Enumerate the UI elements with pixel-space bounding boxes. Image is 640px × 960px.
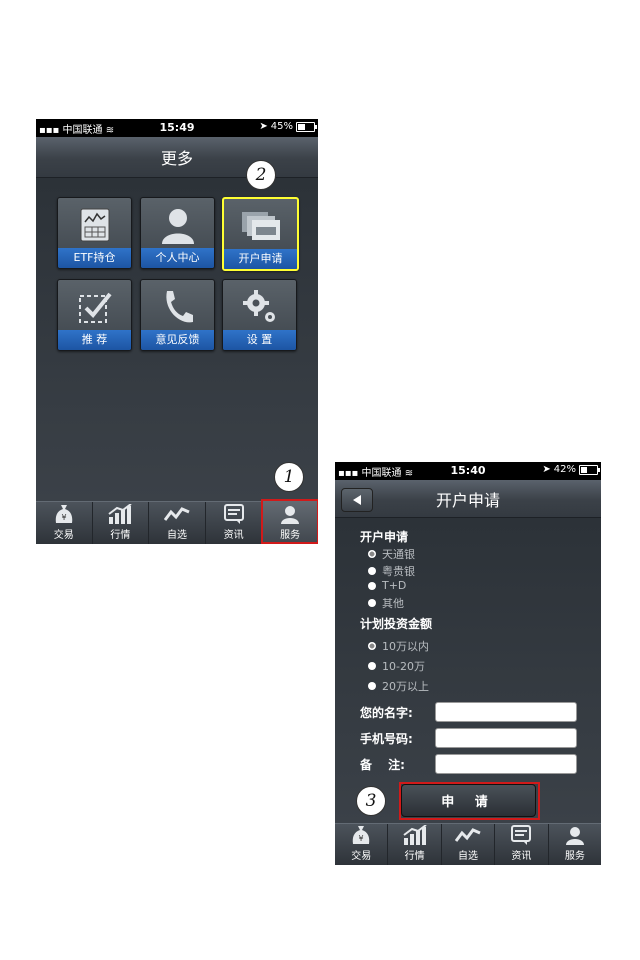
battery-icon — [579, 464, 600, 475]
radio-option-yueguiyin[interactable]: 粤贵银 — [368, 563, 415, 579]
tile-personal-center[interactable]: 个人中心 — [140, 197, 215, 269]
callout-step-1: 1 — [274, 462, 304, 492]
radio-icon — [368, 682, 376, 690]
back-button[interactable] — [341, 488, 373, 512]
radio-icon — [368, 567, 376, 575]
phone-field-label: 手机号码: — [360, 732, 413, 746]
money-bag-icon: ¥ — [55, 503, 73, 525]
status-bar: ▪▪▪ 中国联通 ≋ 15:49 ➤ 45% — [36, 119, 318, 137]
news-icon — [223, 503, 244, 525]
service-person-icon — [565, 824, 585, 846]
location-arrow-icon: ➤ — [542, 464, 551, 475]
tile-label: 意见反馈 — [141, 330, 214, 350]
callout-step-3: 3 — [356, 786, 386, 816]
cards-icon — [224, 205, 297, 247]
remarks-input[interactable] — [435, 754, 577, 774]
location-arrow-icon: ➤ — [259, 121, 268, 132]
tile-label: 个人中心 — [141, 248, 214, 268]
tab-watchlist[interactable]: 自选 — [149, 502, 206, 544]
gears-icon — [223, 286, 296, 328]
back-arrow-icon — [353, 495, 361, 505]
person-icon — [141, 204, 214, 246]
radio-icon — [368, 581, 376, 590]
radio-checked-icon — [368, 642, 376, 650]
tile-label: 开户申请 — [224, 249, 297, 269]
tile-etf-holdings[interactable]: ETF持仓 — [57, 197, 132, 269]
submit-button-highlight — [399, 782, 540, 820]
battery-icon — [296, 121, 317, 132]
radio-option-td[interactable]: T+D — [368, 579, 406, 592]
radio-option-tiantongyin[interactable]: 天通银 — [368, 546, 415, 562]
radio-option-under-100k[interactable]: 10万以内 — [368, 638, 429, 654]
radio-icon — [368, 599, 376, 607]
tile-settings[interactable]: 设 置 — [222, 279, 297, 351]
tile-label: 推 荐 — [58, 330, 131, 350]
status-bar: ▪▪▪ 中国联通 ≋ 15:40 ➤ 42% — [335, 462, 601, 480]
page-title: 开户申请 — [435, 490, 500, 510]
check-box-icon — [58, 286, 131, 328]
callout-step-2: 2 — [246, 160, 276, 190]
service-tab-highlight — [261, 499, 318, 544]
tab-trade[interactable]: ¥ 交易 — [335, 824, 389, 865]
news-icon — [511, 824, 532, 846]
tab-news[interactable]: 资讯 — [206, 502, 263, 544]
chart-document-icon — [58, 204, 131, 246]
tab-quotes[interactable]: 行情 — [388, 824, 442, 865]
tile-feedback[interactable]: 意见反馈 — [140, 279, 215, 351]
account-type-heading: 开户申请 — [360, 530, 409, 544]
svg-text:¥: ¥ — [61, 513, 66, 522]
money-bag-icon: ¥ — [352, 824, 370, 846]
tab-watchlist[interactable]: 自选 — [442, 824, 496, 865]
radio-option-100k-200k[interactable]: 10-20万 — [368, 658, 425, 674]
tile-account-application[interactable]: 开户申请 — [222, 197, 299, 271]
menu-grid: ETF持仓 个人中心 开户申请 推 荐 意见反馈 设 置 — [36, 178, 318, 501]
tile-label: 设 置 — [223, 330, 296, 350]
battery-percent: 45% — [270, 121, 293, 132]
bar-trend-icon — [403, 824, 427, 846]
investment-amount-heading: 计划投资金额 — [360, 617, 433, 631]
name-input[interactable] — [435, 702, 577, 722]
remarks-field-label: 备 注: — [360, 758, 405, 772]
radio-option-over-200k[interactable]: 20万以上 — [368, 678, 429, 694]
application-form: 开户申请 天通银 粤贵银 T+D 其他 计划投资金额 10万以内 10-20万 … — [335, 518, 601, 823]
tab-quotes[interactable]: 行情 — [93, 502, 150, 544]
radio-icon — [368, 662, 376, 670]
phone-number-input[interactable] — [435, 728, 577, 748]
tile-recommend[interactable]: 推 荐 — [57, 279, 132, 351]
tile-label: ETF持仓 — [58, 248, 131, 268]
tab-news[interactable]: 资讯 — [495, 824, 549, 865]
trend-line-icon — [163, 503, 190, 525]
tab-bar: ¥ 交易 行情 自选 资讯 服务 — [335, 823, 601, 865]
nav-bar: 开户申请 — [335, 480, 601, 518]
tab-trade[interactable]: ¥ 交易 — [36, 502, 93, 544]
trend-line-icon — [455, 824, 481, 846]
bar-trend-icon — [108, 503, 132, 525]
phone-icon — [141, 286, 214, 328]
svg-text:¥: ¥ — [359, 834, 364, 843]
name-field-label: 您的名字: — [360, 706, 413, 720]
tab-service[interactable]: 服务 — [549, 824, 601, 865]
battery-percent: 42% — [553, 464, 576, 475]
radio-option-other[interactable]: 其他 — [368, 595, 404, 611]
radio-checked-icon — [368, 550, 376, 558]
